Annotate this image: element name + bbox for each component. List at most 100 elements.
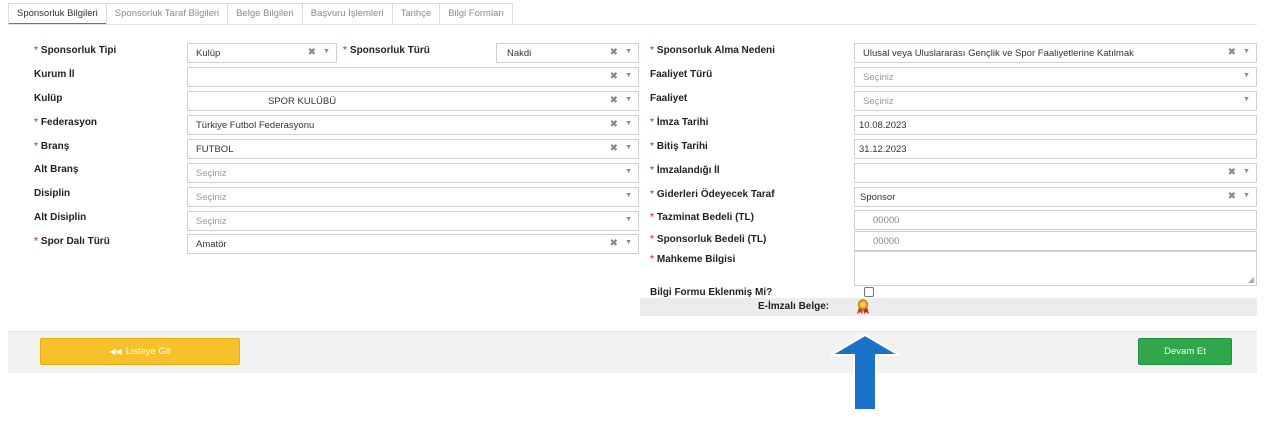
tab-sponsorluk-bilgileri[interactable]: Sponsorluk Bilgileri	[8, 3, 107, 25]
alma-nedeni-value: Ulusal veya Uluslararası Gençlik ve Spor…	[863, 48, 1134, 59]
federasyon-select[interactable]: Türkiye Futbol Federasyonu ✖ ▼	[187, 115, 639, 135]
spor-dali-turu-value: Amatör	[196, 239, 227, 250]
tab-belge-bilgileri[interactable]: Belge Bilgileri	[227, 3, 303, 25]
clear-icon[interactable]: ✖	[610, 238, 618, 249]
sponsorluk-turu-value: Nakdi	[507, 48, 532, 59]
sponsorluk-tipi-value: Kulüp	[196, 48, 221, 59]
tazminat-bedeli-label: * Tazminat Bedeli (TL)	[650, 212, 754, 223]
chevron-down-icon: ▼	[1243, 72, 1250, 79]
alt-disiplin-select[interactable]: Seçiniz ▼	[187, 211, 639, 231]
kulup-select[interactable]: SPOR KULÜBÜ ✖ ▼	[187, 91, 639, 111]
spor-dali-turu-label: * Spor Dalı Türü	[34, 236, 110, 247]
sponsorluk-turu-label: * Sponsorluk Türü	[343, 45, 430, 56]
disiplin-placeholder: Seçiniz	[196, 192, 227, 203]
alt-disiplin-label: Alt Disiplin	[34, 212, 87, 223]
faaliyet-turu-placeholder: Seçiniz	[863, 72, 894, 83]
clear-icon[interactable]: ✖	[610, 71, 618, 82]
disiplin-select[interactable]: Seçiniz ▼	[187, 187, 639, 207]
clear-icon[interactable]: ✖	[1228, 167, 1236, 178]
sponsorluk-turu-select[interactable]: Nakdi ✖ ▼	[496, 43, 639, 63]
faaliyet-placeholder: Seçiniz	[863, 96, 894, 107]
tazminat-bedeli-value: 00000	[873, 215, 900, 226]
kurum-il-select[interactable]: ✖ ▼	[187, 67, 639, 87]
clear-icon[interactable]: ✖	[308, 47, 316, 58]
alt-brans-label: Alt Branş	[34, 164, 79, 175]
kurum-il-label: Kurum İl	[34, 69, 75, 80]
chevron-down-icon: ▼	[625, 96, 632, 103]
chevron-down-icon: ▼	[1243, 48, 1250, 55]
brans-label: * Branş	[34, 141, 70, 152]
sponsorluk-tipi-select[interactable]: Kulüp ✖ ▼	[187, 43, 337, 63]
tab-basvuru-islemleri[interactable]: Başvuru İşlemleri	[301, 3, 393, 25]
alt-brans-select[interactable]: Seçiniz ▼	[187, 163, 639, 183]
chevron-down-icon: ▼	[625, 168, 632, 175]
chevron-down-icon: ▼	[625, 216, 632, 223]
sponsorluk-bedeli-label: * Sponsorluk Bedeli (TL)	[650, 234, 767, 245]
clear-icon[interactable]: ✖	[610, 47, 618, 58]
ribbon-badge-icon[interactable]	[856, 299, 870, 315]
sponsorluk-tipi-label: * Sponsorluk Tipi	[34, 45, 117, 56]
back-to-list-label: Listeye Git	[125, 346, 171, 357]
e-imzali-belge-label: E-İmzalı Belge:	[758, 301, 830, 312]
tab-bilgi-formlari[interactable]: Bilgi Formları	[439, 3, 514, 25]
imzalandigi-il-select[interactable]: ✖ ▼	[854, 163, 1257, 183]
chevron-down-icon: ▼	[625, 144, 632, 151]
giderleri-odeyecek-value: Sponsor	[860, 192, 896, 203]
back-to-list-button[interactable]: ◀◀ Listeye Git	[40, 338, 240, 365]
e-imzali-belge-row	[640, 298, 1257, 316]
alt-disiplin-placeholder: Seçiniz	[196, 216, 227, 227]
disiplin-label: Disiplin	[34, 188, 71, 199]
alt-brans-placeholder: Seçiniz	[196, 168, 227, 179]
chevron-down-icon: ▼	[1243, 192, 1250, 199]
bitis-tarihi-value: 31.12.2023	[859, 144, 907, 155]
chevron-down-icon: ▼	[625, 239, 632, 246]
clear-icon[interactable]: ✖	[1228, 191, 1236, 202]
giderleri-odeyecek-select[interactable]: Sponsor ✖ ▼	[854, 187, 1257, 207]
sponsorluk-bedeli-input[interactable]: 00000	[854, 231, 1257, 251]
chevron-down-icon: ▼	[625, 48, 632, 55]
spor-dali-turu-select[interactable]: Amatör ✖ ▼	[187, 234, 639, 254]
federasyon-label: * Federasyon	[34, 117, 98, 128]
bitis-tarihi-label: * Bitiş Tarihi	[650, 141, 708, 152]
chevron-down-icon: ▼	[1243, 96, 1250, 103]
bilgi-formu-label: Bilgi Formu Eklenmiş Mi?	[650, 287, 773, 298]
faaliyet-select[interactable]: Seçiniz ▼	[854, 91, 1257, 111]
chevron-down-icon: ▼	[1243, 168, 1250, 175]
tab-divider	[8, 24, 1257, 25]
faaliyet-turu-select[interactable]: Seçiniz ▼	[854, 67, 1257, 87]
tab-tarihce[interactable]: Tarihçe	[391, 3, 441, 25]
brans-value: FUTBOL	[196, 144, 234, 155]
double-arrow-left-icon: ◀◀	[109, 347, 122, 356]
chevron-down-icon: ▼	[625, 72, 632, 79]
kulup-value: SPOR KULÜBÜ	[268, 96, 337, 107]
imza-tarihi-value: 10.08.2023	[859, 120, 907, 131]
clear-icon[interactable]: ✖	[610, 119, 618, 130]
alma-nedeni-select[interactable]: Ulusal veya Uluslararası Gençlik ve Spor…	[854, 43, 1257, 63]
alma-nedeni-label: * Sponsorluk Alma Nedeni	[650, 45, 775, 56]
mahkeme-bilgisi-textarea[interactable]: ◢	[854, 251, 1257, 286]
resize-handle-icon[interactable]: ◢	[1248, 275, 1254, 284]
sponsorluk-bedeli-value: 00000	[873, 236, 900, 247]
imza-tarihi-label: * İmza Tarihi	[650, 117, 709, 128]
giderleri-odeyecek-label: * Giderleri Ödeyecek Taraf	[650, 189, 775, 200]
clear-icon[interactable]: ✖	[1228, 47, 1236, 58]
chevron-down-icon: ▼	[625, 120, 632, 127]
tab-sponsorluk-taraf-bilgileri[interactable]: Sponsorluk Taraf Bilgileri	[105, 3, 229, 25]
mahkeme-bilgisi-label: * Mahkeme Bilgisi	[650, 254, 736, 265]
annotation-arrow-icon	[830, 334, 900, 411]
clear-icon[interactable]: ✖	[610, 143, 618, 154]
imzalandigi-il-label: * İmzalandığı İl	[650, 165, 720, 176]
bitis-tarihi-input[interactable]: 31.12.2023	[854, 139, 1257, 159]
kulup-label: Kulüp	[34, 93, 63, 104]
clear-icon[interactable]: ✖	[610, 95, 618, 106]
brans-select[interactable]: FUTBOL ✖ ▼	[187, 139, 639, 159]
imza-tarihi-input[interactable]: 10.08.2023	[854, 115, 1257, 135]
federasyon-value: Türkiye Futbol Federasyonu	[196, 120, 315, 131]
continue-label: Devam Et	[1164, 346, 1206, 357]
bilgi-formu-checkbox[interactable]	[864, 287, 874, 297]
chevron-down-icon: ▼	[625, 192, 632, 199]
chevron-down-icon: ▼	[323, 48, 330, 55]
tazminat-bedeli-input[interactable]: 00000	[854, 210, 1257, 230]
continue-button[interactable]: Devam Et	[1138, 338, 1232, 365]
faaliyet-label: Faaliyet	[650, 93, 688, 104]
